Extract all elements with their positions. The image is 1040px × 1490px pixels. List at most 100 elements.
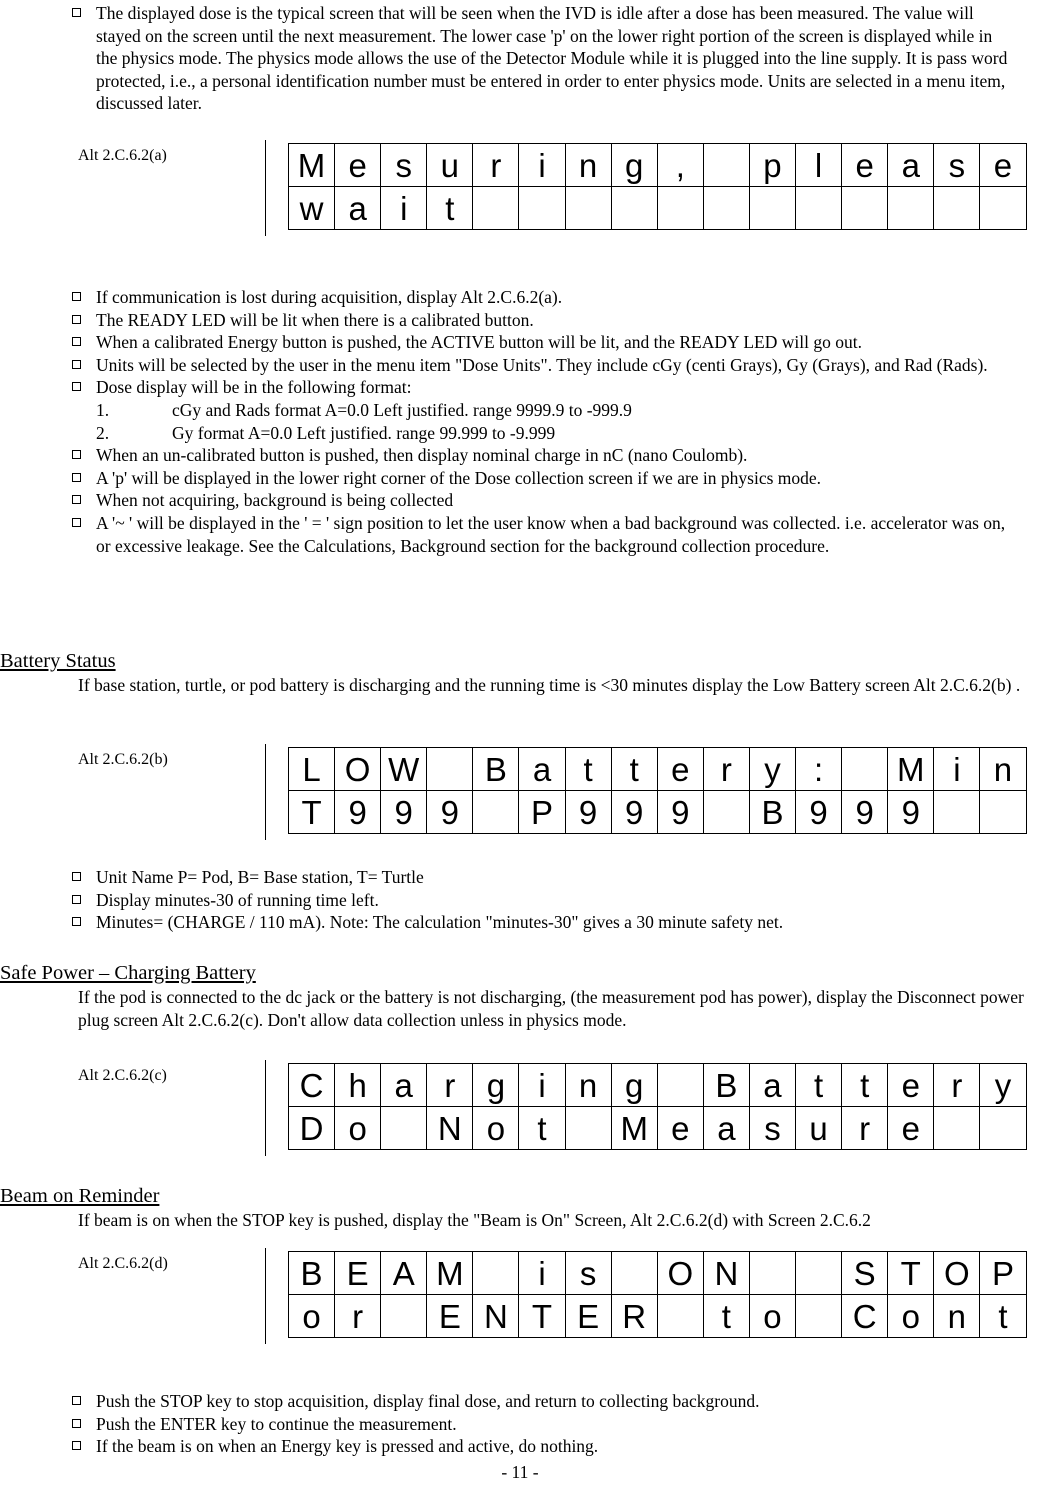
lcd-row: C h a r g i n g B a t t e r y xyxy=(287,1063,1027,1107)
lcd-cell: s xyxy=(748,1106,797,1150)
lcd-row: o r E N T E R t o C o n t xyxy=(287,1294,1027,1338)
numbered-sub-text: cGy and Rads format A=0.0 Left justified… xyxy=(172,399,632,420)
lcd-cell: a xyxy=(748,1063,797,1107)
lcd-cell: M xyxy=(287,143,336,187)
lcd-cell: u xyxy=(795,1106,843,1150)
lcd-cell: u xyxy=(426,143,474,187)
lcd-cell: y xyxy=(979,1063,1027,1107)
lcd-cell: T xyxy=(518,1294,566,1338)
lcd-cell: r xyxy=(472,143,520,187)
lcd-cell: E xyxy=(426,1294,474,1338)
section-beam-reminder: Beam on Reminder If beam is on when the … xyxy=(0,1183,1040,1232)
lcd-cell: i xyxy=(518,1063,566,1107)
bullet-item: Units will be selected by the user in th… xyxy=(60,354,1018,377)
lcd-cell: B xyxy=(472,747,520,791)
lcd-cell xyxy=(933,1106,981,1150)
lcd-cell xyxy=(841,747,889,791)
lcd-cell: N xyxy=(472,1294,520,1338)
figure-divider xyxy=(265,1248,266,1344)
figure-divider xyxy=(265,140,266,236)
numbered-sub-item: 1. cGy and Rads format A=0.0 Left justifi… xyxy=(60,399,1018,422)
safe-power-heading-wrap: Safe Power – Charging Battery xyxy=(0,960,1040,986)
lcd-cell: C xyxy=(841,1294,889,1338)
lcd-display-b: L O W B a t t e r y : M i n T 9 9 9 P 9 … xyxy=(287,747,1027,834)
lcd-row: w a i t xyxy=(287,186,1027,230)
lcd-cell xyxy=(610,186,658,230)
lcd-cell xyxy=(795,186,843,230)
lcd-cell: t xyxy=(610,747,658,791)
lcd-cell xyxy=(610,1251,658,1295)
lcd-row: T 9 9 9 P 9 9 9 B 9 9 9 xyxy=(287,790,1027,834)
beam-bullets-block: Push the STOP key to stop acquisition, d… xyxy=(60,1390,1018,1458)
section-safe-power: Safe Power – Charging Battery If the pod… xyxy=(0,960,1040,1031)
lcd-cell: r xyxy=(933,1063,981,1107)
lcd-row: M e s u r i n g , p l e a s e xyxy=(287,143,1027,187)
numbered-sub-marker: 2. xyxy=(96,422,110,443)
lcd-cell xyxy=(702,790,750,834)
lcd-cell: r xyxy=(334,1294,382,1338)
intro-bullet-list: The displayed dose is the typical screen… xyxy=(60,2,1018,115)
lcd-cell: a xyxy=(887,143,935,187)
lcd-cell: e xyxy=(334,143,382,187)
lcd-display-a: M e s u r i n g , p l e a s e w a i t xyxy=(287,143,1027,230)
lcd-cell: B xyxy=(748,790,797,834)
lcd-cell: s xyxy=(380,143,428,187)
lcd-cell: i xyxy=(380,186,428,230)
lcd-cell xyxy=(748,1251,797,1295)
lcd-cell xyxy=(564,1106,612,1150)
intro-bullet-block: The displayed dose is the typical screen… xyxy=(60,2,1018,115)
bullet-item: Push the ENTER key to continue the measu… xyxy=(60,1413,1018,1436)
bullet-item: Display minutes-30 of running time left. xyxy=(60,889,1018,912)
lcd-cell xyxy=(472,1251,520,1295)
lcd-cell: n xyxy=(933,1294,981,1338)
lcd-cell: B xyxy=(702,1063,750,1107)
lcd-cell: o xyxy=(472,1106,520,1150)
lcd-cell: 9 xyxy=(887,790,935,834)
lcd-cell xyxy=(702,186,750,230)
lcd-cell xyxy=(656,1063,704,1107)
lcd-cell: n xyxy=(979,747,1027,791)
lcd-cell xyxy=(702,143,750,187)
lcd-cell: 9 xyxy=(426,790,474,834)
section-body: If the pod is connected to the dc jack o… xyxy=(78,987,1024,1030)
numbered-sub-text: Gy format A=0.0 Left justified. range 99… xyxy=(172,422,556,443)
figure-label-b: Alt 2.C.6.2(b) xyxy=(78,751,168,768)
lcd-cell: o xyxy=(334,1106,382,1150)
lcd-cell: r xyxy=(841,1106,889,1150)
bullet-item: The READY LED will be lit when there is … xyxy=(60,309,1018,332)
lcd-cell xyxy=(426,747,474,791)
figure-alt-c: Alt 2.C.6.2(c) C h a r g i n g B a t t e… xyxy=(0,1060,1040,1156)
lcd-cell xyxy=(748,186,797,230)
numbered-sub-item: 2. Gy format A=0.0 Left justified. range … xyxy=(60,422,1018,445)
lcd-cell: E xyxy=(334,1251,382,1295)
lcd-row: D o N o t M e a s u r e xyxy=(287,1106,1027,1150)
lcd-cell: t xyxy=(564,747,612,791)
lcd-cell: 9 xyxy=(610,790,658,834)
bullet-item: A 'p' will be displayed in the lower rig… xyxy=(60,467,1018,490)
main-bullet-list-2: When an un-calibrated button is pushed, … xyxy=(60,444,1018,557)
lcd-cell: g xyxy=(472,1063,520,1107)
lcd-cell: n xyxy=(564,1063,612,1107)
lcd-cell: g xyxy=(610,1063,658,1107)
section-heading: Safe Power – Charging Battery xyxy=(0,962,256,984)
bullet-item: Dose display will be in the following fo… xyxy=(60,376,1018,399)
lcd-cell: O xyxy=(656,1251,704,1295)
lcd-cell: 9 xyxy=(795,790,843,834)
lcd-cell: r xyxy=(702,747,750,791)
section-body: If base station, turtle, or pod battery … xyxy=(78,675,1021,695)
figure-label-c: Alt 2.C.6.2(c) xyxy=(78,1067,167,1084)
lcd-cell: P xyxy=(979,1251,1027,1295)
lcd-cell xyxy=(656,186,704,230)
lcd-cell: 9 xyxy=(656,790,704,834)
bullet-item: If communication is lost during acquisit… xyxy=(60,286,1018,309)
lcd-cell: 9 xyxy=(841,790,889,834)
lcd-cell: D xyxy=(287,1106,336,1150)
section-heading: Battery Status xyxy=(0,650,116,672)
figure-divider xyxy=(265,1060,266,1156)
bullet-item: When a calibrated Energy button is pushe… xyxy=(60,331,1018,354)
lcd-cell xyxy=(841,186,889,230)
lcd-cell: M xyxy=(426,1251,474,1295)
bullet-item: If the beam is on when an Energy key is … xyxy=(60,1435,1018,1458)
bullet-item: A '~ ' will be displayed in the ' = ' si… xyxy=(60,512,1018,557)
lcd-cell: t xyxy=(518,1106,566,1150)
